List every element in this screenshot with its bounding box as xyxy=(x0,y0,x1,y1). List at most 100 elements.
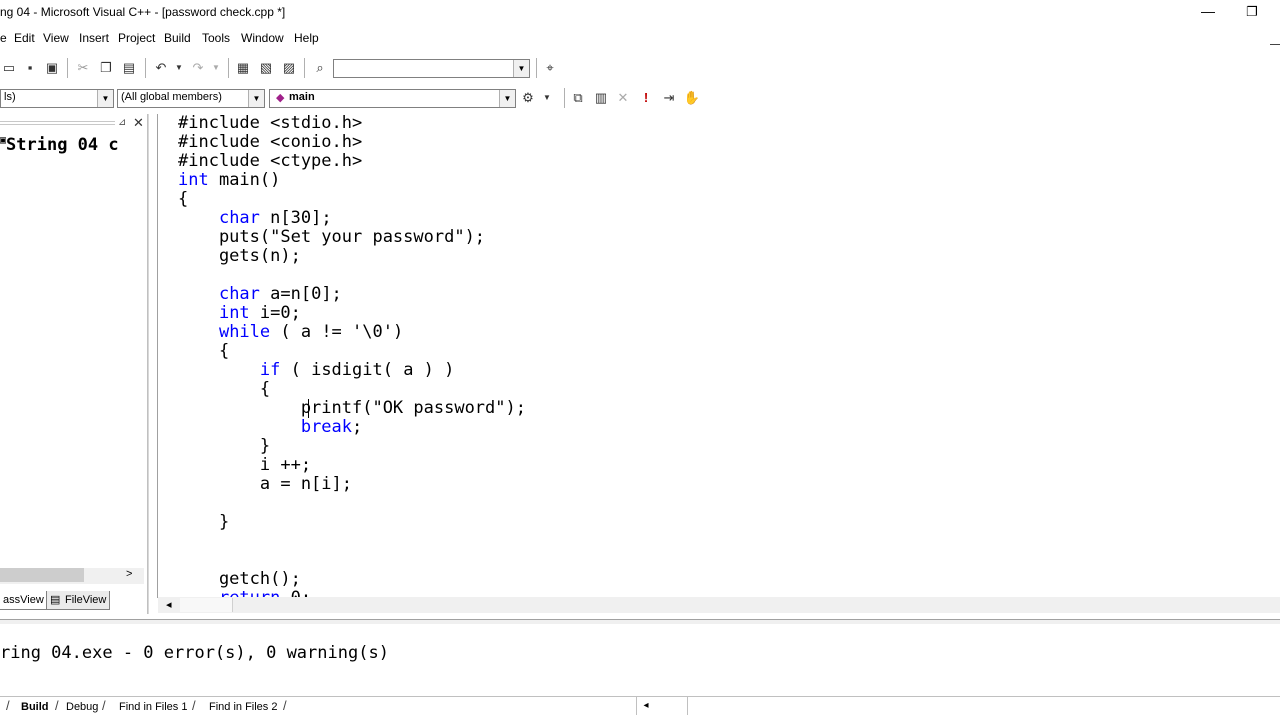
code-keyword: int xyxy=(178,170,209,190)
code-line[interactable]: while ( a != '\0') xyxy=(178,322,403,342)
class-combo[interactable]: ls) ▼ xyxy=(0,89,114,108)
tab-separator: / xyxy=(102,698,106,713)
function-combo[interactable]: ◆ main ▼ xyxy=(269,89,516,108)
tab-separator: / xyxy=(283,698,287,713)
tab-fileview[interactable]: ▤ FileView xyxy=(46,591,111,610)
code-line[interactable]: gets(n); xyxy=(178,246,301,266)
workspace-toggle-icon[interactable]: ▦ xyxy=(234,59,252,77)
close-icon[interactable]: ✕ xyxy=(133,115,144,131)
scrollbar-thumb[interactable] xyxy=(0,568,84,582)
code-keyword: char xyxy=(218,284,260,304)
save-icon[interactable]: ▪ xyxy=(21,59,39,77)
wizard-dropdown-icon[interactable]: ▼ xyxy=(538,89,556,107)
menu-insert[interactable]: Insert xyxy=(79,31,109,45)
undo-dropdown-icon[interactable]: ▼ xyxy=(170,59,188,77)
tab-debug[interactable]: Debug xyxy=(66,699,98,715)
code-line[interactable]: } xyxy=(178,512,229,532)
chevron-left-icon[interactable]: ◂ xyxy=(636,697,655,715)
code-line[interactable]: char a=n[0]; xyxy=(178,284,342,304)
find-combo[interactable]: ▼ xyxy=(333,59,530,78)
save-all-icon[interactable]: ▣ xyxy=(43,59,61,77)
menu-view[interactable]: View xyxy=(43,31,69,45)
chevron-right-icon[interactable]: > xyxy=(126,568,132,580)
stop-build-icon[interactable]: ✕ xyxy=(614,89,632,107)
window-list-icon[interactable]: ▨ xyxy=(280,59,298,77)
chevron-down-icon[interactable]: ▼ xyxy=(499,90,515,107)
tab-build[interactable]: Build xyxy=(21,699,49,715)
search-icon[interactable]: ⌖ xyxy=(541,59,559,77)
code-keyword: char xyxy=(218,208,260,228)
build-output-text: ring 04.exe - 0 error(s), 0 warning(s) xyxy=(0,643,389,663)
go-icon[interactable]: ⇥ xyxy=(660,89,678,107)
toolbar-separator xyxy=(536,58,537,78)
menu-project[interactable]: Project xyxy=(118,31,155,45)
code-line[interactable]: #include <stdio.h> xyxy=(178,114,362,133)
cut-icon[interactable]: ✂ xyxy=(74,59,92,77)
code-line[interactable]: i ++; xyxy=(178,455,311,475)
paste-icon[interactable]: ▤ xyxy=(120,59,138,77)
restore-icon[interactable]: ❐ xyxy=(1240,0,1264,25)
chevron-down-icon[interactable]: ▼ xyxy=(97,90,113,107)
workspace-tree-item[interactable]: ▣String 04 c xyxy=(0,135,146,155)
code-line[interactable]: if ( isdigit( a ) ) xyxy=(178,360,454,380)
menu-edit[interactable]: Edit xyxy=(14,31,35,45)
pane-splitter[interactable] xyxy=(148,114,157,614)
execute-icon[interactable]: ! xyxy=(637,89,655,107)
code-line[interactable]: #include <conio.h> xyxy=(178,132,362,152)
workspace-pane xyxy=(0,114,148,614)
redo-dropdown-icon[interactable]: ▼ xyxy=(207,59,225,77)
code-line[interactable]: int main() xyxy=(178,170,280,190)
open-folder-icon[interactable]: ▭ xyxy=(0,59,18,77)
function-combo-value: main xyxy=(289,91,315,103)
breakpoint-hand-icon[interactable]: ✋ xyxy=(683,89,701,107)
menu-file[interactable]: e xyxy=(0,31,7,45)
tab-find-in-files-1[interactable]: Find in Files 1 xyxy=(119,699,187,715)
fileview-icon: ▤ xyxy=(50,594,61,606)
code-line[interactable]: { xyxy=(178,189,188,209)
pane-maximize-icon[interactable]: ⊿ xyxy=(118,117,126,128)
members-combo[interactable]: (All global members) ▼ xyxy=(117,89,265,108)
code-editor[interactable]: #include <stdio.h> #include <conio.h> #i… xyxy=(157,114,1280,598)
pane-grip[interactable] xyxy=(0,121,115,122)
chevron-down-icon[interactable]: ▼ xyxy=(248,90,264,107)
code-line[interactable]: #include <ctype.h> xyxy=(178,151,362,171)
code-line[interactable]: int i=0; xyxy=(178,303,301,323)
code-line[interactable]: puts("Set your password"); xyxy=(178,227,485,247)
wizard-action-icon[interactable]: ⚙ xyxy=(519,89,537,107)
toolbar-separator xyxy=(564,88,565,108)
toolbar-separator xyxy=(304,58,305,78)
toolbar-separator xyxy=(67,58,68,78)
menu-build[interactable]: Build xyxy=(164,31,191,45)
code-line[interactable]: getch(); xyxy=(178,569,301,589)
menu-tools[interactable]: Tools xyxy=(202,31,230,45)
redo-icon[interactable]: ↷ xyxy=(189,59,207,77)
output-toggle-icon[interactable]: ▧ xyxy=(257,59,275,77)
pane-grip[interactable] xyxy=(0,124,115,125)
chevron-left-icon[interactable]: ◂ xyxy=(166,598,172,611)
build-icon[interactable]: ▥ xyxy=(592,89,610,107)
copy-icon[interactable]: ❐ xyxy=(97,59,115,77)
code-line[interactable]: printf("OK password"); xyxy=(178,398,526,418)
minimize-icon[interactable]: — xyxy=(1196,0,1220,25)
scrollbar-thumb[interactable] xyxy=(655,697,688,715)
tab-classview[interactable]: assView xyxy=(0,591,48,610)
code-line[interactable]: char n[30]; xyxy=(178,208,332,228)
code-line[interactable]: } xyxy=(178,436,270,456)
code-keyword: int xyxy=(218,303,250,323)
tab-find-in-files-2[interactable]: Find in Files 2 xyxy=(209,699,277,715)
compile-icon[interactable]: ⧉ xyxy=(569,89,587,107)
editor-horizontal-scrollbar[interactable] xyxy=(158,597,1280,613)
code-line[interactable]: break; xyxy=(178,417,362,437)
code-line[interactable]: { xyxy=(178,341,229,361)
find-in-files-icon[interactable]: ⌕ xyxy=(311,59,329,77)
menu-help[interactable]: Help xyxy=(294,31,319,45)
chevron-down-icon[interactable]: ▼ xyxy=(513,60,529,77)
menu-bar: e Edit View Insert Project Build Tools W… xyxy=(0,28,1280,50)
code-line[interactable]: { xyxy=(178,379,270,399)
code-text[interactable]: #include <stdio.h> #include <conio.h> #i… xyxy=(178,114,526,598)
scrollbar-thumb[interactable] xyxy=(180,598,233,612)
code-line[interactable]: a = n[i]; xyxy=(178,474,352,494)
mdi-restore-mark[interactable] xyxy=(1270,44,1280,45)
menu-window[interactable]: Window xyxy=(241,31,284,45)
undo-icon[interactable]: ↶ xyxy=(152,59,170,77)
